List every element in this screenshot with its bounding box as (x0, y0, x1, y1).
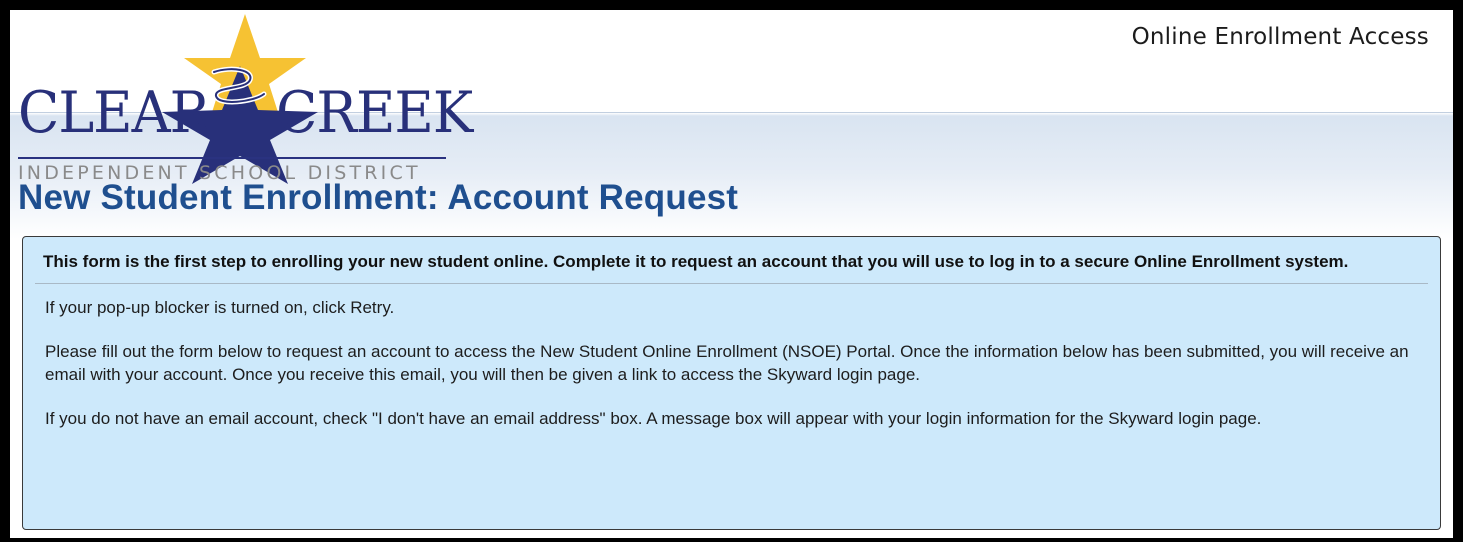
page-frame: Online Enrollment Access CLEAR CREEK IND… (10, 10, 1453, 538)
info-paragraph-popup: If your pop-up blocker is turned on, cli… (45, 298, 395, 317)
info-panel-heading: This form is the first step to enrolling… (43, 252, 1349, 271)
logo-word-left: CLEAR (18, 79, 210, 146)
info-paragraph-form: Please fill out the form below to reques… (45, 342, 1409, 384)
app-title: Online Enrollment Access (1131, 24, 1429, 50)
info-panel: This form is the first step to enrolling… (22, 236, 1441, 530)
logo-rule (18, 157, 446, 159)
page-title: New Student Enrollment: Account Request (18, 178, 739, 217)
district-logo[interactable]: CLEAR CREEK INDEPENDENT SCHOOL DISTRICT (18, 14, 473, 186)
logo-word-right: CREEK (276, 79, 473, 146)
info-panel-body: If your pop-up blocker is turned on, cli… (45, 296, 1420, 430)
info-panel-divider (35, 283, 1428, 284)
info-paragraph-no-email: If you do not have an email account, che… (45, 409, 1262, 428)
